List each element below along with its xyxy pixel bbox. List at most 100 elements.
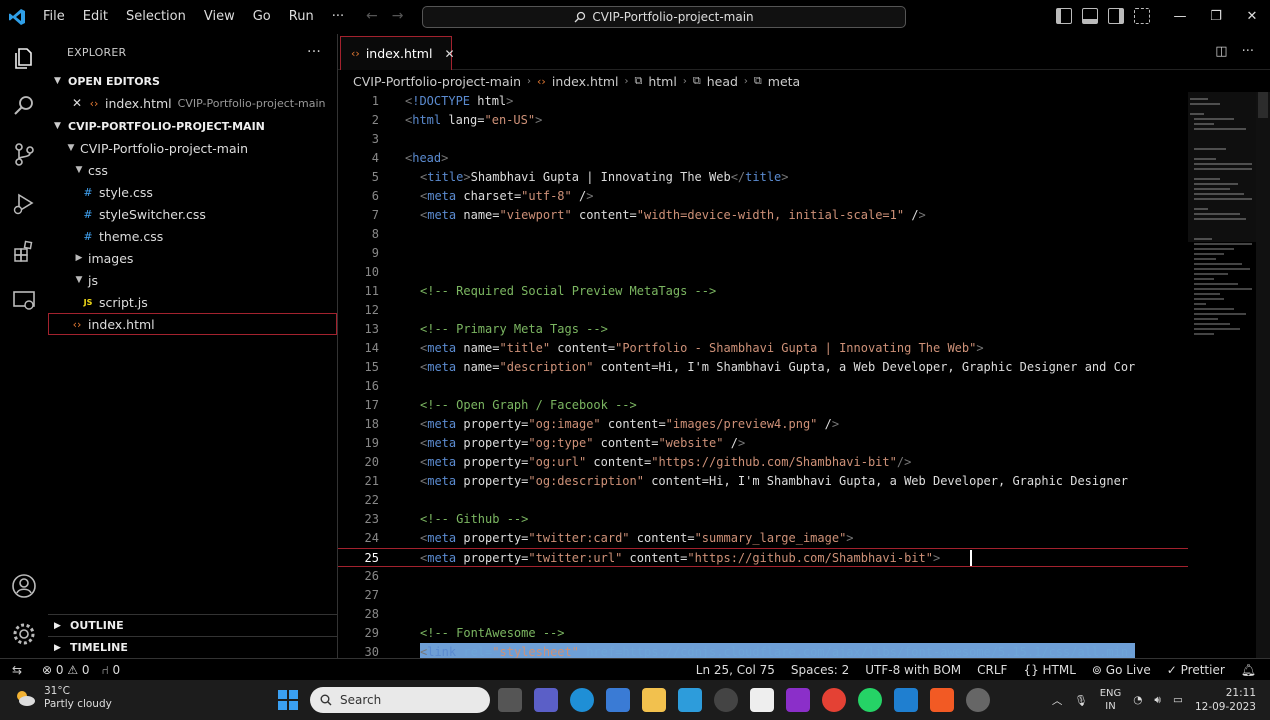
more-actions-icon[interactable]: ···	[1242, 44, 1254, 59]
file-explorer-icon[interactable]	[642, 688, 666, 712]
code-line[interactable]: 17 <!-- Open Graph / Facebook -->	[338, 396, 1188, 415]
code-line[interactable]: 12	[338, 301, 1188, 320]
code-line[interactable]: 19 <meta property="og:type" content="webs…	[338, 434, 1188, 453]
code-line[interactable]: 8	[338, 225, 1188, 244]
restore-icon[interactable]: ❐	[1198, 0, 1234, 34]
menu-file[interactable]: File	[34, 0, 74, 34]
open-editors-section[interactable]: ▼ OPEN EDITORS	[48, 70, 337, 92]
prettier-status[interactable]: ✓ Prettier	[1167, 663, 1225, 677]
minimap[interactable]	[1188, 92, 1256, 658]
code-line[interactable]: 27	[338, 586, 1188, 605]
back-arrow-icon[interactable]: ←	[366, 8, 378, 24]
code-line[interactable]: 21 <meta property="og:description" conten…	[338, 472, 1188, 491]
tree-file-script-js[interactable]: JS script.js	[48, 291, 337, 313]
volume-icon[interactable]: 🔊︎	[1154, 694, 1161, 707]
indentation[interactable]: Spaces: 2	[791, 663, 849, 677]
menu-more[interactable]: ···	[323, 0, 353, 34]
accounts-icon[interactable]	[10, 572, 38, 600]
remote-indicator-icon[interactable]: ⇆	[0, 659, 34, 681]
tray-chevron-up-icon[interactable]: ︿	[1052, 693, 1063, 708]
edge-icon[interactable]	[570, 688, 594, 712]
ports-indicator[interactable]: ⑁ 0	[102, 663, 121, 677]
menu-selection[interactable]: Selection	[117, 0, 195, 34]
tree-folder-css[interactable]: ▼ css	[48, 159, 337, 181]
remote-explorer-icon[interactable]	[10, 286, 38, 314]
forward-arrow-icon[interactable]: →	[392, 8, 404, 24]
code-line[interactable]: 5 <title>Shambhavi Gupta | Innovating The…	[338, 168, 1188, 187]
code-line[interactable]: 24 <meta property="twitter:card" content=…	[338, 529, 1188, 548]
open-editor-item[interactable]: ✕ ‹› index.html CVIP-Portfolio-project-m…	[48, 92, 337, 114]
code-line[interactable]: 26	[338, 567, 1188, 586]
breadcrumb-item[interactable]: html	[648, 74, 676, 89]
code-line[interactable]: 14 <meta name="title" content="Portfolio …	[338, 339, 1188, 358]
explorer-more-button[interactable]: ···	[307, 44, 321, 60]
tree-file-index-html[interactable]: ‹› index.html	[48, 313, 337, 335]
notifications-bell-icon[interactable]: 🔔︎	[1241, 663, 1256, 677]
app-icon[interactable]	[966, 688, 990, 712]
tree-folder-js[interactable]: ▼ js	[48, 269, 337, 291]
tree-file-styleswitcher-css[interactable]: # styleSwitcher.css	[48, 203, 337, 225]
menu-go[interactable]: Go	[244, 0, 280, 34]
toggle-secondary-sidebar-icon[interactable]	[1108, 8, 1124, 24]
search-icon[interactable]	[10, 92, 38, 120]
close-window-icon[interactable]: ✕	[1234, 0, 1270, 34]
end-of-line[interactable]: CRLF	[977, 663, 1007, 677]
app-icon[interactable]	[714, 688, 738, 712]
code-line[interactable]: 18 <meta property="og:image" content="ima…	[338, 415, 1188, 434]
code-line[interactable]: 25 <meta property="twitter:url" content="…	[338, 548, 1188, 567]
tab-index-html[interactable]: ‹› index.html ✕	[340, 36, 455, 70]
run-debug-icon[interactable]	[10, 190, 38, 218]
clock[interactable]: 21:11 12-09-2023	[1195, 686, 1256, 714]
go-live-button[interactable]: ⊚ Go Live	[1092, 663, 1151, 677]
source-control-icon[interactable]	[10, 140, 38, 168]
code-line[interactable]: 22	[338, 491, 1188, 510]
breadcrumb-item[interactable]: CVIP-Portfolio-project-main	[353, 74, 521, 89]
minimap-viewport[interactable]	[1188, 92, 1256, 242]
close-editor-icon[interactable]: ✕	[72, 96, 86, 110]
extensions-icon[interactable]	[10, 238, 38, 266]
editor-scrollbar[interactable]	[1256, 92, 1270, 658]
minimize-icon[interactable]: —	[1162, 0, 1198, 34]
code-line[interactable]: 15 <meta name="description" content=Hi, I…	[338, 358, 1188, 377]
teams-icon[interactable]	[534, 688, 558, 712]
jetbrains-icon[interactable]	[786, 688, 810, 712]
problems-indicator[interactable]: ⊗ 0 ⚠ 0	[42, 663, 90, 677]
document-icon[interactable]	[750, 688, 774, 712]
settings-gear-icon[interactable]	[10, 620, 38, 648]
windows-start-icon[interactable]	[278, 690, 298, 710]
project-section[interactable]: ▼ CVIP-PORTFOLIO-PROJECT-MAIN	[48, 115, 337, 137]
toggle-primary-sidebar-icon[interactable]	[1056, 8, 1072, 24]
breadcrumb-item[interactable]: head	[707, 74, 738, 89]
cursor-position[interactable]: Ln 25, Col 75	[696, 663, 775, 677]
menu-run[interactable]: Run	[280, 0, 323, 34]
brave-icon[interactable]	[930, 688, 954, 712]
code-line[interactable]: 3	[338, 130, 1188, 149]
code-line[interactable]: 6 <meta charset="utf-8" />	[338, 187, 1188, 206]
encoding[interactable]: UTF-8 with BOM	[865, 663, 961, 677]
taskbar-search[interactable]: Search	[310, 687, 490, 713]
tree-folder-images[interactable]: ▶ images	[48, 247, 337, 269]
app-icon[interactable]	[678, 688, 702, 712]
code-line[interactable]: 28	[338, 605, 1188, 624]
menu-edit[interactable]: Edit	[74, 0, 117, 34]
battery-icon[interactable]: ▭	[1173, 694, 1183, 706]
customize-layout-icon[interactable]	[1134, 8, 1150, 24]
menu-view[interactable]: View	[195, 0, 244, 34]
task-view-icon[interactable]	[498, 688, 522, 712]
language-mode[interactable]: {} HTML	[1023, 663, 1075, 677]
close-tab-icon[interactable]: ✕	[444, 47, 454, 61]
weather-widget[interactable]: 31°C Partly cloudy	[14, 685, 112, 711]
code-line[interactable]: 16	[338, 377, 1188, 396]
breadcrumb-item[interactable]: index.html	[552, 74, 619, 89]
command-center[interactable]: CVIP-Portfolio-project-main	[422, 6, 906, 28]
code-line[interactable]: 29 <!-- FontAwesome -->	[338, 624, 1188, 643]
code-line[interactable]: 2 <html lang="en-US">	[338, 111, 1188, 130]
microphone-icon[interactable]: 🎙︎	[1074, 694, 1087, 707]
wifi-icon[interactable]: ◔	[1133, 694, 1142, 706]
whatsapp-icon[interactable]	[858, 688, 882, 712]
code-line[interactable]: 30 <link rel="stylesheet" href=https://cd…	[338, 643, 1188, 658]
code-line[interactable]: 7 <meta name="viewport" content="width=de…	[338, 206, 1188, 225]
code-line[interactable]: 23 <!-- Github -->	[338, 510, 1188, 529]
code-line[interactable]: 4 <head>	[338, 149, 1188, 168]
code-line[interactable]: 9	[338, 244, 1188, 263]
